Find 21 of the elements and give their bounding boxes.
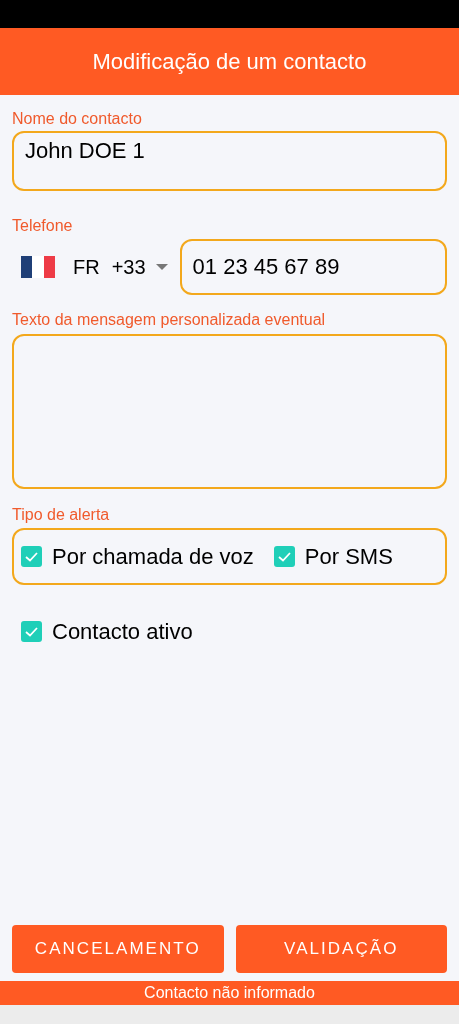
field-label: Tipo de alerta xyxy=(12,505,111,525)
caret-icon xyxy=(155,264,168,270)
checkmark-icon xyxy=(277,551,291,562)
header-title: Modificação de um contacto xyxy=(92,48,367,76)
field-label: Telefone xyxy=(12,216,74,236)
checkmark-icon xyxy=(25,551,38,562)
checkmark-icon xyxy=(25,626,38,637)
status-text: Contacto não informado xyxy=(144,983,315,1003)
checkbox-option[interactable]: Contacto ativo xyxy=(21,615,447,648)
name-field[interactable]: John DOE 1 xyxy=(12,131,447,191)
field-label: Texto da mensagem personalizada eventual xyxy=(12,310,327,330)
field-label: Nome do contacto xyxy=(12,109,143,129)
checkbox[interactable] xyxy=(273,546,295,567)
checkbox-option[interactable]: Por SMS xyxy=(273,540,393,573)
checkbox[interactable] xyxy=(21,621,42,642)
flag-icon xyxy=(21,256,55,278)
checkbox[interactable] xyxy=(21,546,42,567)
country-selector[interactable]: FR +33 xyxy=(12,239,176,295)
phone-field[interactable]: 01 23 45 67 89 xyxy=(179,239,447,295)
message-field[interactable] xyxy=(12,334,447,489)
checkbox-option[interactable]: Por chamada de voz xyxy=(21,540,254,573)
